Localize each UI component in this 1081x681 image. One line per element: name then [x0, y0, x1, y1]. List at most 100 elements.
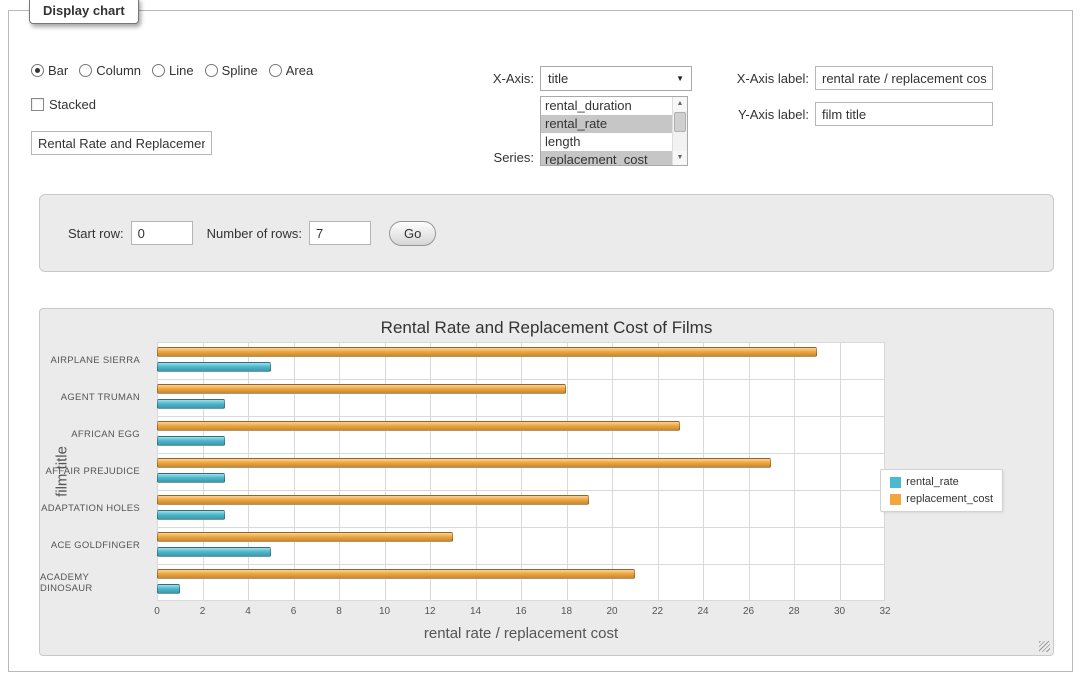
gridline [157, 379, 885, 380]
chevron-down-icon: ▼ [676, 75, 684, 83]
radio-icon[interactable] [205, 64, 218, 77]
x-axis-select[interactable]: title ▼ [540, 66, 692, 91]
stacked-checkbox[interactable] [31, 98, 44, 111]
bar-replacement_cost[interactable] [157, 421, 680, 431]
stacked-checkbox-row[interactable]: Stacked [31, 97, 96, 112]
legend-item[interactable]: replacement_cost [890, 493, 993, 505]
bar-rental_rate[interactable] [157, 399, 225, 409]
gridline [430, 342, 431, 601]
radio-label: Bar [48, 63, 68, 78]
category-label: AFFAIR PREJUDICE [40, 453, 149, 490]
category-label: AGENT TRUMAN [40, 379, 149, 416]
gridline [612, 342, 613, 601]
gridline [157, 416, 885, 417]
x-tick-label: 0 [154, 606, 160, 617]
chart-type-option-bar[interactable]: Bar [31, 63, 68, 78]
radio-icon[interactable] [152, 64, 165, 77]
radio-label: Line [169, 63, 194, 78]
x-tick-label: 20 [606, 606, 617, 617]
legend-item[interactable]: rental_rate [890, 476, 993, 488]
x-tick-label: 16 [515, 606, 526, 617]
chart-type-option-spline[interactable]: Spline [205, 63, 258, 78]
bar-replacement_cost[interactable] [157, 495, 589, 505]
num-rows-label: Number of rows: [207, 226, 302, 241]
bar-replacement_cost[interactable] [157, 384, 566, 394]
legend-label: rental_rate [906, 476, 959, 488]
x-axis-caption: X-Axis: [439, 71, 534, 86]
gridline [157, 342, 158, 601]
gridline [567, 342, 568, 601]
radio-icon[interactable] [269, 64, 282, 77]
gridline [203, 342, 204, 601]
resize-handle-icon[interactable] [1039, 641, 1050, 652]
scrollbar-thumb[interactable] [674, 112, 686, 132]
chart-panel: Rental Rate and Replacement Cost of Film… [39, 308, 1054, 656]
gridline [339, 342, 340, 601]
x-tick-label: 10 [379, 606, 390, 617]
x-tick-label: 30 [834, 606, 845, 617]
bar-rental_rate[interactable] [157, 510, 225, 520]
category-label: ACE GOLDFINGER [40, 527, 149, 564]
gridline [658, 342, 659, 601]
gridline [840, 342, 841, 601]
bar-rental_rate[interactable] [157, 473, 225, 483]
legend-swatch-icon [890, 477, 901, 488]
x-tick-label: 18 [561, 606, 572, 617]
bar-replacement_cost[interactable] [157, 458, 771, 468]
bar-replacement_cost[interactable] [157, 532, 453, 542]
series-scrollbar[interactable]: ▲ ▼ [672, 97, 687, 165]
radio-label: Area [286, 63, 313, 78]
row-range-panel: Start row: Number of rows: Go [39, 194, 1054, 272]
series-option-length[interactable]: length [541, 133, 672, 151]
x-tick-label: 28 [788, 606, 799, 617]
panel-title: Display chart [29, 0, 139, 24]
series-option-rental_duration[interactable]: rental_duration [541, 97, 672, 115]
bar-rental_rate[interactable] [157, 584, 180, 594]
x-tick-label: 12 [424, 606, 435, 617]
radio-icon[interactable] [31, 64, 44, 77]
bar-rental_rate[interactable] [157, 547, 271, 557]
x-axis-label-caption: X-Axis label: [709, 71, 809, 86]
bar-rental_rate[interactable] [157, 436, 225, 446]
display-chart-panel: Display chart BarColumnLineSplineArea St… [8, 10, 1073, 672]
radio-label: Column [96, 63, 141, 78]
y-axis-label-caption: Y-Axis label: [709, 107, 809, 122]
gridline [157, 527, 885, 528]
series-option-rental_rate[interactable]: rental_rate [541, 115, 672, 133]
num-rows-input[interactable] [309, 221, 371, 245]
gridline [157, 342, 885, 343]
scroll-down-icon[interactable]: ▼ [673, 151, 687, 165]
chart-title-input[interactable] [31, 131, 212, 155]
x-tick-label: 14 [470, 606, 481, 617]
category-label: ADAPTATION HOLES [40, 490, 149, 527]
gridline [794, 342, 795, 601]
plot-area [157, 342, 885, 601]
gridline [749, 342, 750, 601]
legend-label: replacement_cost [906, 493, 993, 505]
gridline [248, 342, 249, 601]
bar-rental_rate[interactable] [157, 362, 271, 372]
start-row-input[interactable] [131, 221, 193, 245]
x-axis-select-value: title [548, 71, 568, 86]
bar-replacement_cost[interactable] [157, 569, 635, 579]
chart-type-option-column[interactable]: Column [79, 63, 141, 78]
gridline [385, 342, 386, 601]
x-tick-label: 6 [291, 606, 297, 617]
chart-type-option-line[interactable]: Line [152, 63, 194, 78]
chart-area: Rental Rate and Replacement Cost of Film… [40, 309, 1053, 655]
gridline [157, 453, 885, 454]
chart-type-option-area[interactable]: Area [269, 63, 313, 78]
scroll-up-icon[interactable]: ▲ [673, 97, 687, 111]
stacked-label: Stacked [49, 97, 96, 112]
bar-replacement_cost[interactable] [157, 347, 817, 357]
y-axis-label-input[interactable] [815, 102, 993, 126]
x-tick-label: 2 [200, 606, 206, 617]
radio-icon[interactable] [79, 64, 92, 77]
x-axis-label-input[interactable] [815, 66, 993, 90]
series-option-replacement_cost[interactable]: replacement_cost [541, 151, 672, 166]
gridline [157, 490, 885, 491]
series-listbox[interactable]: rental_durationrental_ratelengthreplacem… [540, 96, 688, 166]
go-button[interactable]: Go [389, 221, 436, 246]
radio-label: Spline [222, 63, 258, 78]
x-tick-label: 32 [879, 606, 890, 617]
